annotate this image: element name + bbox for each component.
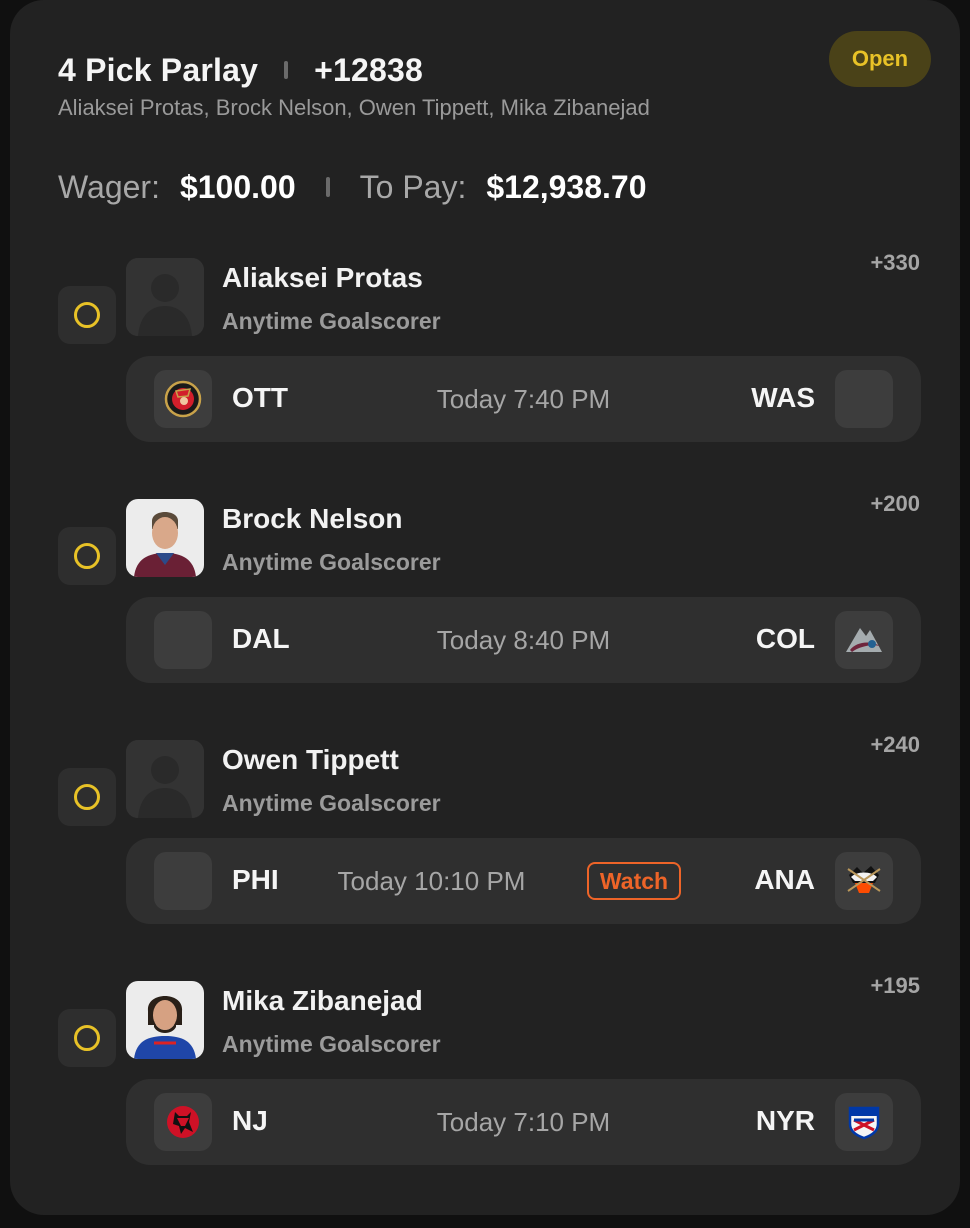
rangers-logo-icon (835, 1093, 893, 1151)
leg-odds: +240 (870, 732, 920, 757)
leg-odds: +330 (870, 250, 920, 275)
leg-status-icon (58, 1009, 116, 1067)
home-team: COL (755, 623, 815, 654)
avatar (126, 258, 204, 336)
bet-title: 4 Pick Parlay (58, 51, 259, 88)
bet-odds: +12838 (314, 51, 423, 88)
topay-value: $12,938.70 (486, 168, 647, 205)
wager-value: $100.00 (179, 168, 296, 205)
wager-label: Wager: (58, 168, 160, 205)
ducks-logo-icon (835, 852, 893, 910)
leg-item[interactable]: Brock Nelson Anytime Goalscorer +200 DAL… (10, 491, 960, 746)
leg-odds: +200 (870, 491, 920, 516)
divider (325, 177, 330, 197)
avatar (126, 981, 204, 1059)
leg-item[interactable]: Mika Zibanejad Anytime Goalscorer +195 N… (10, 973, 960, 1228)
leg-status-icon (58, 527, 116, 585)
divider (284, 61, 289, 79)
home-team: WAS (751, 382, 815, 413)
avatar (126, 499, 204, 577)
player-name: Brock Nelson (222, 503, 403, 534)
wager-summary: Wager: $100.00 To Pay: $12,938.70 (58, 166, 647, 208)
bet-card[interactable]: 4 Pick Parlay +12838 Aliaksei Protas, Br… (10, 0, 960, 1215)
leg-status-icon (58, 768, 116, 826)
player-name: Aliaksei Protas (222, 262, 423, 293)
avatar (126, 740, 204, 818)
avalanche-logo-icon (835, 611, 893, 669)
matchup-panel[interactable]: NJ Today 7:10 PM NYR (126, 1079, 921, 1165)
leg-item[interactable]: Owen Tippett Anytime Goalscorer +240 PHI… (10, 732, 960, 987)
leg-item[interactable]: Aliaksei Protas Anytime Goalscorer +330 … (10, 250, 960, 505)
leg-odds: +195 (870, 973, 920, 998)
player-name: Owen Tippett (222, 744, 399, 775)
watch-button[interactable]: Watch (587, 862, 681, 900)
matchup-panel[interactable]: DAL Today 8:40 PM COL (126, 597, 921, 683)
matchup-panel[interactable]: OTT Today 7:40 PM WAS (126, 356, 921, 442)
market-label: Anytime Goalscorer (222, 308, 441, 334)
market-label: Anytime Goalscorer (222, 1031, 441, 1057)
matchup-panel[interactable]: PHI Today 10:10 PM Watch ANA (126, 838, 921, 924)
market-label: Anytime Goalscorer (222, 549, 441, 575)
status-badge: Open (829, 31, 931, 87)
bet-players-summary: Aliaksei Protas, Brock Nelson, Owen Tipp… (58, 95, 650, 120)
bet-header: 4 Pick Parlay +12838 (58, 50, 423, 90)
blank-logo-icon (835, 370, 893, 428)
player-name: Mika Zibanejad (222, 985, 423, 1016)
market-label: Anytime Goalscorer (222, 790, 441, 816)
topay-label: To Pay: (359, 168, 467, 205)
home-team: ANA (754, 864, 815, 895)
leg-status-icon (58, 286, 116, 344)
home-team: NYR (755, 1105, 815, 1136)
